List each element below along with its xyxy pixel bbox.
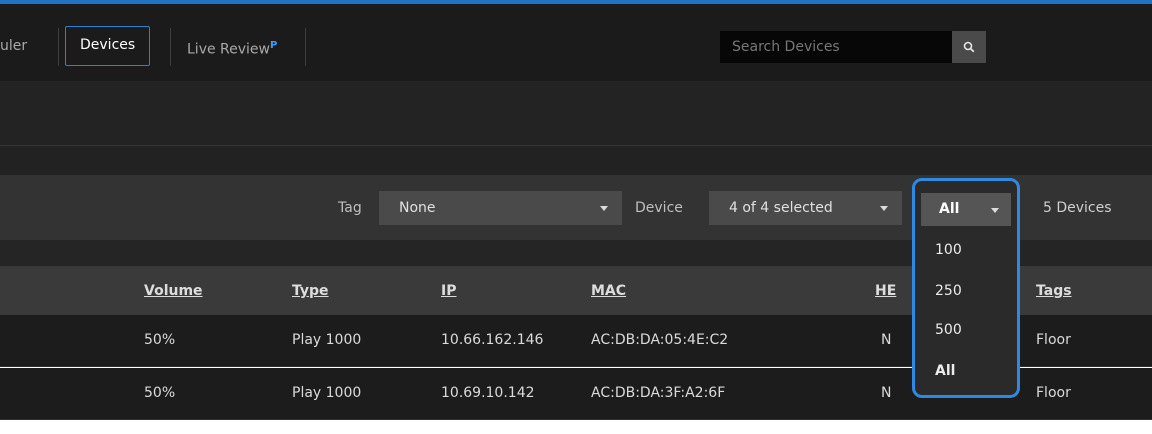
- page-size-value: All: [939, 201, 960, 217]
- chevron-down-icon: [991, 208, 999, 213]
- search-button[interactable]: [952, 31, 986, 63]
- chevron-down-icon: [600, 206, 608, 211]
- cell-mac: AC:DB:DA:3F:A2:6F: [591, 385, 726, 401]
- cell-ip: 10.69.10.142: [441, 385, 535, 401]
- search-input[interactable]: [720, 31, 952, 63]
- cell-volume: 50%: [144, 332, 176, 348]
- cell-tags: Floor: [1036, 385, 1071, 401]
- nav-item-scheduler[interactable]: uler: [0, 26, 27, 66]
- cell-tags: Floor: [1036, 332, 1071, 348]
- page-size-option-all[interactable]: All: [935, 363, 955, 379]
- column-header-tags[interactable]: Tags: [1036, 283, 1072, 299]
- toolbar-band: [0, 81, 1152, 145]
- cell-type: Play 1000: [292, 385, 362, 401]
- device-filter-dropdown[interactable]: 4 of 4 selected: [709, 191, 902, 225]
- spacer-band: [0, 145, 1152, 175]
- tag-filter-dropdown[interactable]: None: [379, 191, 622, 225]
- page-size-select[interactable]: All: [921, 193, 1011, 226]
- nav-item-live-review-label: Live Review: [187, 41, 270, 58]
- cell-he: N: [881, 385, 892, 401]
- device-filter-label: Device: [635, 200, 683, 216]
- nav-separator: [58, 28, 59, 66]
- cell-ip: 10.66.162.146: [441, 332, 544, 348]
- column-header-he[interactable]: HE: [875, 283, 896, 299]
- nav-separator: [305, 28, 306, 66]
- page-size-dropdown-menu: All 100 250 500 All: [912, 178, 1020, 398]
- nav-separator: [170, 28, 171, 66]
- cell-he: N: [881, 332, 892, 348]
- cell-volume: 50%: [144, 385, 176, 401]
- page-size-option-500[interactable]: 500: [935, 322, 962, 338]
- device-filter-value: 4 of 4 selected: [729, 200, 833, 216]
- page-size-option-250[interactable]: 250: [935, 283, 962, 299]
- nav-item-live-review[interactable]: Live ReviewP: [187, 26, 277, 66]
- column-header-volume[interactable]: Volume: [144, 283, 203, 299]
- search-icon: [963, 41, 975, 53]
- page-size-option-100[interactable]: 100: [935, 242, 962, 258]
- column-header-ip[interactable]: IP: [441, 283, 456, 299]
- cell-type: Play 1000: [292, 332, 362, 348]
- nav-item-devices[interactable]: Devices: [65, 26, 151, 66]
- cell-mac: AC:DB:DA:05:4E:C2: [591, 332, 729, 348]
- nav-item-live-review-superscript: P: [270, 40, 278, 51]
- device-count: 5 Devices: [1043, 200, 1112, 216]
- column-header-mac[interactable]: MAC: [591, 283, 626, 299]
- column-header-type[interactable]: Type: [292, 283, 329, 299]
- navbar: uler Devices Live ReviewP: [0, 4, 1152, 81]
- page-background: [0, 420, 1152, 434]
- tag-filter-value: None: [399, 200, 436, 216]
- chevron-down-icon: [880, 206, 888, 211]
- tag-filter-label: Tag: [338, 200, 362, 216]
